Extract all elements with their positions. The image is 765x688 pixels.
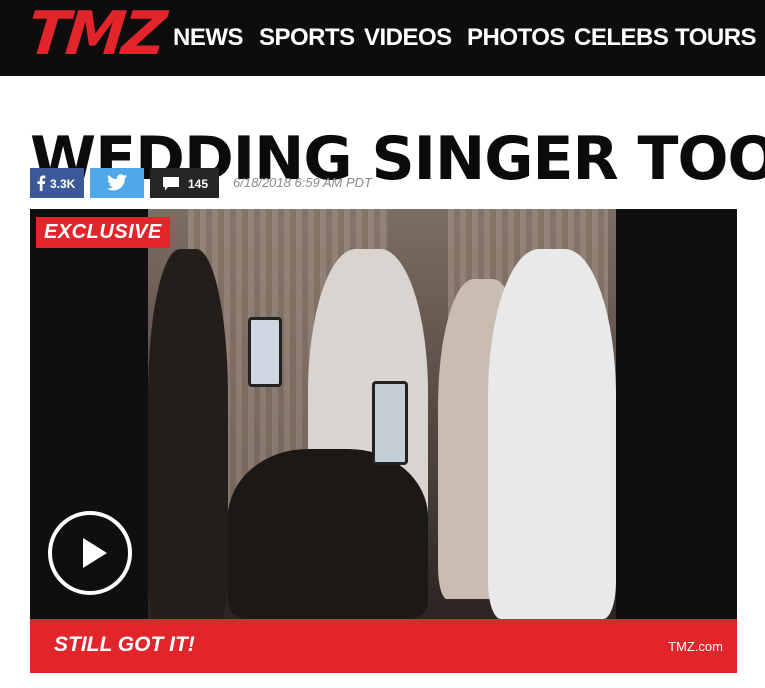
top-navigation-bar: TMZ NEWS SPORTS VIDEOS PHOTOS CELEBS TOU… (0, 0, 765, 76)
video-caption-bar: STILL GOT IT! TMZ.com (30, 619, 737, 673)
phone-screen (372, 381, 408, 465)
video-frame (148, 209, 616, 619)
video-player[interactable]: EXCLUSIVE STILL GOT IT! TMZ.com (30, 209, 737, 673)
crowd-figure (148, 249, 228, 619)
play-icon[interactable] (48, 511, 132, 595)
guest-figure (488, 249, 616, 619)
crowd-figure (228, 449, 428, 619)
comments-button[interactable]: 145 (150, 168, 219, 198)
nav-celebs[interactable]: CELEBS (574, 24, 669, 52)
exclusive-badge: EXCLUSIVE (36, 217, 170, 248)
comment-icon (163, 177, 179, 191)
video-caption: STILL GOT IT! (54, 633, 195, 656)
tmz-logo[interactable]: TMZ (24, 0, 166, 69)
video-source: TMZ.com (668, 639, 723, 654)
nav-news[interactable]: NEWS (173, 24, 244, 52)
comments-count: 145 (188, 177, 209, 191)
twitter-share-button[interactable] (90, 168, 144, 198)
nav-sports[interactable]: SPORTS (259, 24, 355, 52)
twitter-icon (107, 174, 127, 191)
nav-videos[interactable]: VIDEOS (364, 24, 452, 52)
nav-tours[interactable]: TOURS (675, 24, 757, 52)
phone-screen (248, 317, 282, 387)
facebook-icon (37, 175, 46, 191)
facebook-share-button[interactable]: 3.3K (30, 168, 84, 198)
facebook-share-count: 3.3K (50, 177, 76, 191)
article-date: 6/18/2018 6:59 AM PDT (233, 175, 372, 190)
nav-photos[interactable]: PHOTOS (467, 24, 565, 52)
